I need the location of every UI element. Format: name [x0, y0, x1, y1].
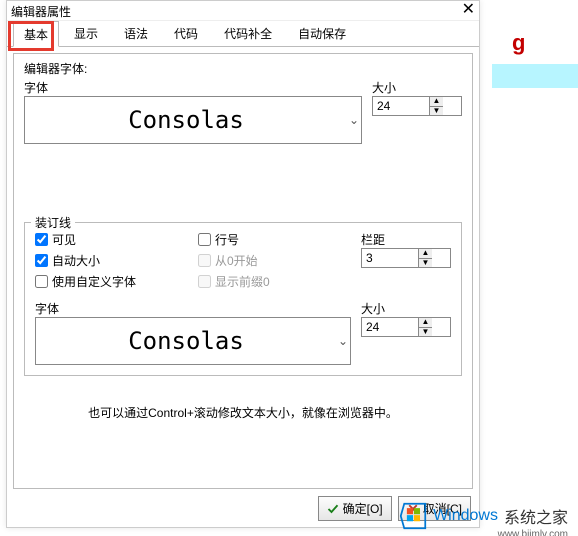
check-autosize-box[interactable]	[35, 254, 48, 267]
watermark: Windows 系统之家 www.bjjmlv.com	[399, 502, 568, 530]
hint-text: 也可以通过Control+滚动修改文本大小，就像在浏览器中。	[24, 404, 462, 421]
tab-code[interactable]: 代码	[163, 20, 209, 46]
font-dropdown[interactable]: Consolas ⌄	[24, 96, 362, 144]
check-line-number-box[interactable]	[198, 233, 211, 246]
gutter-font-name: Consolas	[36, 327, 336, 355]
check-custom-font[interactable]: 使用自定义字体	[35, 273, 198, 290]
close-icon[interactable]: ✕	[462, 1, 475, 19]
watermark-url: www.bjjmlv.com	[498, 529, 568, 536]
size-spinner[interactable]: ▲ ▼	[372, 96, 462, 116]
check-show-prefix-box	[198, 275, 211, 288]
font-label: 字体	[24, 79, 372, 96]
check-show-prefix: 显示前缀0	[198, 273, 361, 290]
tab-display[interactable]: 显示	[63, 20, 109, 46]
gutter-font-label: 字体	[35, 300, 361, 317]
check-visible-box[interactable]	[35, 233, 48, 246]
gutter-size-label: 大小	[361, 300, 451, 317]
tab-basic[interactable]: 基本	[13, 21, 59, 47]
tab-complete[interactable]: 代码补全	[213, 20, 283, 46]
spinner-down-icon[interactable]: ▼	[430, 107, 443, 116]
margin-spinner[interactable]: ▲ ▼	[361, 248, 451, 268]
size-input[interactable]	[373, 97, 429, 115]
check-start-zero-box	[198, 254, 211, 267]
gutter-group: 装订线 可见 自动大小	[24, 222, 462, 376]
windows-logo-icon	[399, 502, 427, 530]
dialog-title: 编辑器属性	[11, 3, 71, 20]
check-line-number[interactable]: 行号	[198, 231, 361, 248]
margin-input[interactable]	[362, 249, 418, 267]
check-start-zero: 从0开始	[198, 252, 361, 269]
check-custom-font-box[interactable]	[35, 275, 48, 288]
watermark-brand: Windows	[433, 507, 498, 525]
chevron-down-icon[interactable]: ⌄	[336, 334, 350, 348]
spinner-down-icon[interactable]: ▼	[419, 328, 432, 337]
editor-properties-dialog: 编辑器属性 ✕ 基本 显示 语法 代码 代码补全 自动保存 编辑器字体: 字体 …	[6, 0, 480, 528]
font-name: Consolas	[25, 106, 347, 134]
margin-label: 栏距	[361, 231, 451, 248]
check-custom-font-label: 使用自定义字体	[52, 273, 136, 290]
tab-bar: 基本 显示 语法 代码 代码补全 自动保存	[7, 21, 479, 47]
size-label: 大小	[372, 79, 462, 96]
check-visible-label: 可见	[52, 231, 76, 248]
check-start-zero-label: 从0开始	[215, 252, 258, 269]
chevron-down-icon[interactable]: ⌄	[347, 113, 361, 127]
check-autosize-label: 自动大小	[52, 252, 100, 269]
check-visible[interactable]: 可见	[35, 231, 198, 248]
check-show-prefix-label: 显示前缀0	[215, 273, 270, 290]
check-line-number-label: 行号	[215, 231, 239, 248]
background-letter: g	[512, 30, 530, 56]
gutter-size-input[interactable]	[362, 318, 418, 336]
check-icon	[327, 503, 339, 515]
ok-button[interactable]: 确定[O]	[318, 496, 392, 521]
editor-font-group-label: 编辑器字体:	[24, 60, 462, 77]
gutter-size-spinner[interactable]: ▲ ▼	[361, 317, 451, 337]
tab-syntax[interactable]: 语法	[113, 20, 159, 46]
gutter-font-dropdown[interactable]: Consolas ⌄	[35, 317, 351, 365]
background-bar	[492, 64, 578, 88]
spinner-down-icon[interactable]: ▼	[419, 259, 432, 268]
tab-autosave[interactable]: 自动保存	[287, 20, 357, 46]
watermark-suffix: 系统之家	[504, 504, 568, 528]
gutter-legend: 装订线	[31, 214, 75, 231]
ok-label: 确定[O]	[343, 500, 383, 517]
check-autosize[interactable]: 自动大小	[35, 252, 198, 269]
